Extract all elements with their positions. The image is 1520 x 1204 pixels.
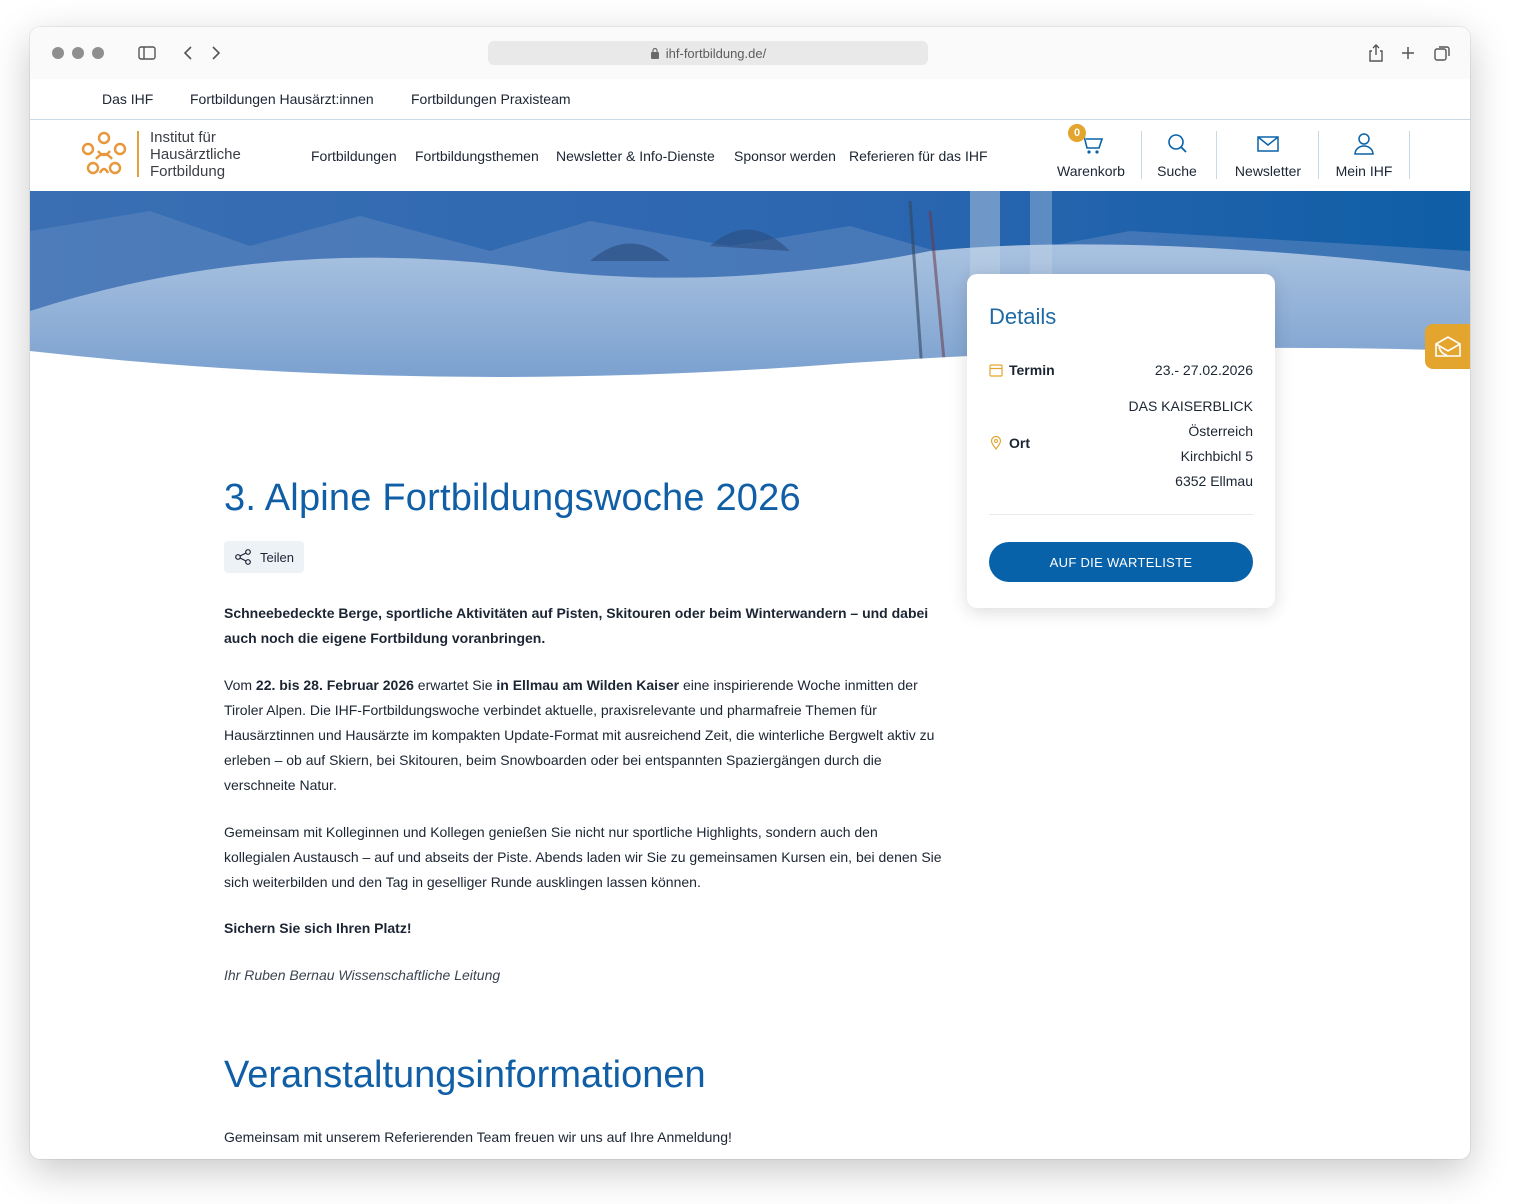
account-label: Mein IHF: [1335, 163, 1393, 179]
minimize-dot[interactable]: [72, 47, 84, 59]
tabs-overview-icon[interactable]: [1431, 42, 1453, 64]
ort-label: Ort: [1009, 435, 1030, 451]
cart-count-badge: 0: [1068, 124, 1086, 142]
nav-newsletter-info[interactable]: Newsletter & Info-Dienste: [556, 148, 715, 164]
details-card: Details Termin 23.- 27.02.2026 Ort DAS K…: [967, 274, 1275, 608]
termin-label: Termin: [1009, 362, 1055, 378]
share-label: Teilen: [260, 549, 294, 565]
venue-city: 6352 Ellmau: [1175, 473, 1253, 489]
intro-paragraph: Schneebedeckte Berge, sportliche Aktivit…: [224, 605, 929, 646]
logo-divider: [137, 131, 139, 177]
p1-text-c: erwartet Sie: [413, 677, 497, 693]
topnav-fortbildungen-praxisteam[interactable]: Fortbildungen Praxisteam: [411, 91, 571, 107]
top-navigation: Das IHF Fortbildungen Hausärzt:innen For…: [30, 79, 1470, 120]
address-bar[interactable]: ihf-fortbildung.de/: [488, 41, 928, 65]
cta-text: Sichern Sie sich Ihren Platz!: [224, 920, 412, 936]
nav-referieren[interactable]: Referieren für das IHF: [849, 148, 988, 164]
ihf-logo-icon[interactable]: [78, 129, 130, 181]
newsletter-button[interactable]: Newsletter: [1230, 131, 1306, 179]
venue-country: Österreich: [1188, 423, 1253, 439]
newsletter-side-tab[interactable]: [1425, 324, 1470, 369]
logo-line-1: Institut für: [150, 129, 216, 146]
header-separator: [1409, 131, 1410, 179]
lock-icon: [650, 47, 659, 59]
sidebar-toggle-icon[interactable]: [136, 42, 158, 64]
browser-toolbar: ihf-fortbildung.de/: [30, 27, 1470, 79]
section-title: Veranstaltungsinformationen: [224, 1054, 706, 1096]
cart-button[interactable]: Warenkorb: [1056, 131, 1126, 179]
zoom-dot[interactable]: [92, 47, 104, 59]
share-browser-icon[interactable]: [1365, 42, 1387, 64]
newsletter-label: Newsletter: [1234, 163, 1302, 179]
share-icon: [235, 549, 251, 565]
ort-address: DAS KAISERBLICK Österreich Kirchbichl 5 …: [1129, 394, 1254, 494]
envelope-phone-icon: [1434, 335, 1461, 357]
search-label: Suche: [1157, 163, 1197, 179]
logo-line-2: Hausärztliche: [150, 146, 241, 163]
p1-place-bold: in Ellmau am Wilden Kaiser: [496, 677, 680, 693]
mail-icon: [1257, 136, 1279, 152]
nav-sponsor-werden[interactable]: Sponsor werden: [734, 148, 836, 164]
account-button[interactable]: Mein IHF: [1332, 131, 1396, 179]
signature-text: Ihr Ruben Bernau Wissenschaftliche Leitu…: [224, 967, 501, 983]
window-controls: [52, 47, 104, 59]
logo-wordmark[interactable]: Institut für Hausärztliche Fortbildung: [150, 129, 241, 180]
topnav-das-ihf[interactable]: Das IHF: [102, 91, 153, 107]
cart-label: Warenkorb: [1057, 163, 1125, 179]
url-text: ihf-fortbildung.de/: [665, 45, 767, 61]
p1-date-bold: 22. bis 28. Februar 2026: [255, 677, 414, 693]
new-tab-icon[interactable]: [1397, 42, 1419, 64]
description-paragraph: Vom 22. bis 28. Februar 2026 erwartet Si…: [224, 673, 944, 798]
ort-row-label: Ort: [989, 435, 1030, 451]
venue-name: DAS KAISERBLICK: [1128, 398, 1254, 414]
close-dot[interactable]: [52, 47, 64, 59]
exchange-paragraph: Gemeinsam mit Kolleginnen und Kollegen g…: [224, 824, 942, 890]
p1-text-e: eine inspirierende Woche inmitten der Ti…: [224, 677, 935, 793]
termin-value: 23.- 27.02.2026: [1154, 362, 1253, 378]
topnav-fortbildungen-hausaerzte[interactable]: Fortbildungen Hausärzt:innen: [190, 91, 374, 107]
p1-text-a: Vom: [224, 677, 256, 693]
header-separator: [1141, 131, 1142, 179]
search-icon: [1168, 134, 1187, 153]
main-header: Institut für Hausärztliche Fortbildung F…: [30, 121, 1470, 191]
details-title: Details: [989, 304, 1057, 329]
forward-icon[interactable]: [204, 42, 226, 64]
logo-line-3: Fortbildung: [150, 163, 226, 180]
venue-street: Kirchbichl 5: [1180, 448, 1253, 464]
browser-window: ihf-fortbildung.de/ Das IHF Fortbildunge…: [30, 27, 1470, 1159]
termin-row-label: Termin: [989, 362, 1055, 378]
calendar-icon: [989, 364, 1003, 377]
share-button[interactable]: Teilen: [224, 541, 304, 573]
location-pin-icon: [990, 436, 1002, 450]
waitlist-button[interactable]: AUF DIE WARTELISTE: [989, 542, 1253, 582]
header-separator: [1318, 131, 1319, 179]
details-divider: [989, 514, 1253, 515]
nav-fortbildungsthemen[interactable]: Fortbildungsthemen: [415, 148, 539, 164]
back-icon[interactable]: [178, 42, 200, 64]
search-button[interactable]: Suche: [1152, 131, 1202, 179]
nav-fortbildungen[interactable]: Fortbildungen: [311, 148, 397, 164]
section-intro: Gemeinsam mit unserem Referierenden Team…: [224, 1129, 732, 1145]
page-title: 3. Alpine Fortbildungswoche 2026: [224, 477, 801, 519]
header-separator: [1216, 131, 1217, 179]
user-icon: [1354, 133, 1374, 155]
